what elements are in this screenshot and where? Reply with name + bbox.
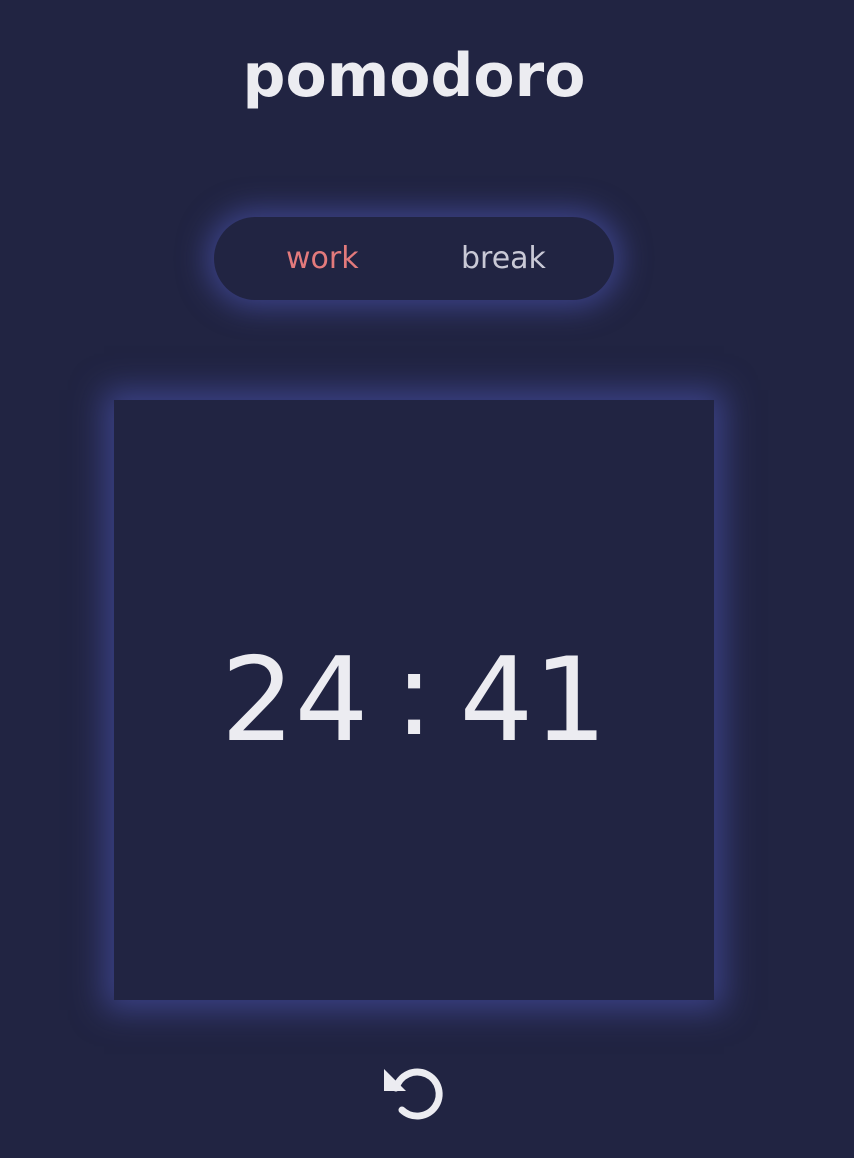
- reset-icon: [384, 1068, 443, 1120]
- mode-switch: work break: [214, 217, 614, 300]
- reset-button[interactable]: [380, 1058, 448, 1126]
- timer-panel[interactable]: 24 : 41: [114, 400, 714, 1000]
- timer-seconds: 41: [459, 632, 608, 768]
- mode-work-tab[interactable]: work: [286, 217, 359, 300]
- app-title: pomodoro: [242, 41, 586, 111]
- mode-break-tab[interactable]: break: [461, 217, 546, 300]
- timer-separator: :: [394, 626, 434, 762]
- timer-display: 24 : 41: [114, 400, 714, 1000]
- timer-minutes: 24: [220, 632, 369, 768]
